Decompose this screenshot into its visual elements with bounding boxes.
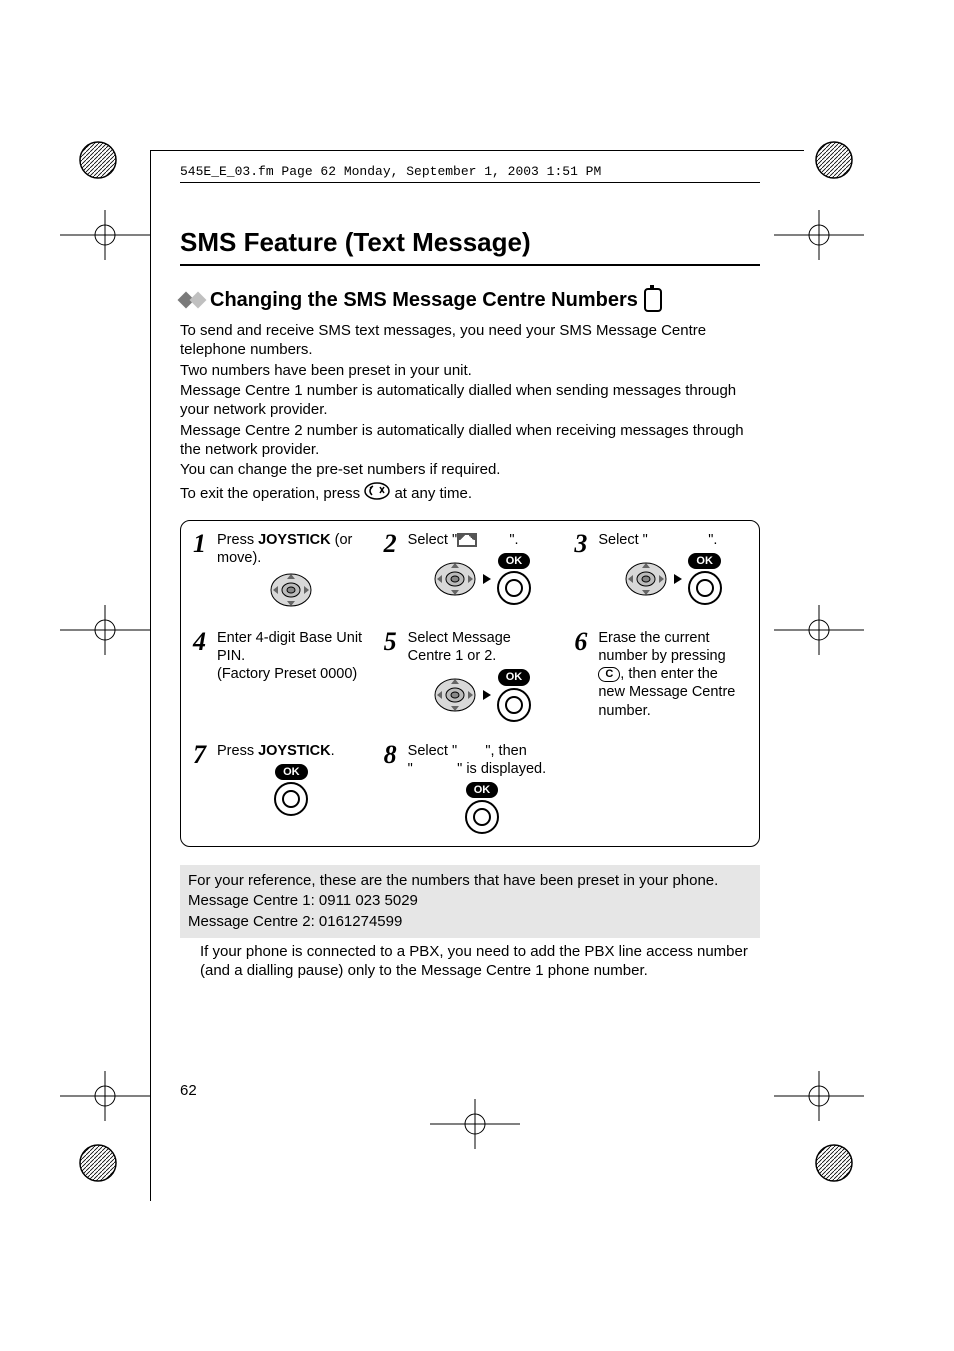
registration-mark-icon	[78, 1143, 118, 1183]
step-number: 7	[193, 742, 211, 835]
crosshair-icon	[774, 605, 864, 655]
step-7: 7 Press JOYSTICK. OK	[193, 742, 366, 835]
page-title: SMS Feature (Text Message)	[180, 227, 760, 266]
joystick-press-icon	[274, 782, 308, 816]
arrow-right-icon	[483, 690, 491, 700]
joystick-icon	[269, 571, 313, 609]
intro-text: To send and receive SMS text messages, y…	[180, 322, 760, 360]
step-6: 6 Erase the current number by pressing C…	[574, 629, 747, 722]
ok-button-icon: OK	[498, 553, 531, 569]
joystick-press-icon	[497, 571, 531, 605]
reference-line: For your reference, these are the number…	[188, 871, 752, 891]
joystick-icon	[433, 560, 477, 598]
joystick-press-icon	[465, 800, 499, 834]
ok-button-icon: OK	[688, 553, 721, 569]
intro-text: Message Centre 1 number is automatically…	[180, 382, 760, 420]
ok-button-icon: OK	[466, 782, 499, 798]
reference-box: For your reference, these are the number…	[180, 865, 760, 938]
crosshair-icon	[60, 605, 150, 655]
joystick-icon	[433, 676, 477, 714]
step-number: 3	[574, 531, 592, 609]
crosshair-icon	[774, 1071, 864, 1121]
step-number: 2	[384, 531, 402, 609]
step-text: Select " ".	[408, 531, 557, 549]
intro-text: You can change the pre-set numbers if re…	[180, 461, 760, 480]
step-number: 1	[193, 531, 211, 609]
crosshair-icon	[60, 1071, 150, 1121]
cancel-button-icon	[364, 482, 390, 506]
section-title: Changing the SMS Message Centre Numbers	[210, 289, 638, 312]
pbx-note: If your phone is connected to a PBX, you…	[180, 938, 760, 981]
step-text: Erase the current number by pressing C, …	[598, 629, 747, 722]
page-number: 62	[180, 1082, 197, 1099]
arrow-right-icon	[483, 574, 491, 584]
step-3: 3 Select " ". OK	[574, 531, 747, 609]
step-text: Select " ", then " " is displayed.	[408, 742, 557, 778]
registration-mark-icon	[814, 1143, 854, 1183]
crosshair-icon	[430, 1099, 520, 1149]
ok-button-icon: OK	[275, 764, 308, 780]
arrow-right-icon	[674, 574, 682, 584]
registration-mark-icon	[814, 140, 854, 180]
step-number: 6	[574, 629, 592, 722]
step-number: 4	[193, 629, 211, 722]
intro-text: Message Centre 2 number is automatically…	[180, 422, 760, 460]
crosshair-icon	[60, 210, 150, 260]
step-number: 5	[384, 629, 402, 722]
exit-text: To exit the operation, press at any time…	[180, 482, 760, 506]
c-button-icon: C	[598, 667, 620, 683]
envelope-icon	[457, 533, 477, 547]
step-2: 2 Select " ". OK	[384, 531, 557, 609]
joystick-press-icon	[497, 688, 531, 722]
step-8: 8 Select " ", then " " is displayed. OK	[384, 742, 557, 835]
reference-line: Message Centre 2: 0161274599	[188, 912, 752, 932]
step-text: Press JOYSTICK (or move).	[217, 531, 366, 567]
diamond-icon	[190, 292, 207, 309]
joystick-icon	[624, 560, 668, 598]
reference-line: Message Centre 1: 0911 023 5029	[188, 891, 752, 911]
steps-box: 1 Press JOYSTICK (or move). 2 Select " "…	[180, 520, 760, 847]
intro-text: Two numbers have been preset in your uni…	[180, 362, 760, 381]
handset-icon	[644, 288, 662, 312]
ok-button-icon: OK	[498, 669, 531, 685]
section-heading: Changing the SMS Message Centre Numbers	[180, 288, 760, 312]
crosshair-icon	[774, 210, 864, 260]
registration-mark-icon	[78, 140, 118, 180]
step-4: 4 Enter 4-digit Base Unit PIN. (Factory …	[193, 629, 366, 722]
step-5: 5 Select Message Centre 1 or 2. OK	[384, 629, 557, 722]
joystick-press-icon	[688, 571, 722, 605]
step-number: 8	[384, 742, 402, 835]
running-header: 545E_E_03.fm Page 62 Monday, September 1…	[180, 164, 760, 183]
step-text: Select " ".	[598, 531, 747, 549]
step-text: Enter 4-digit Base Unit PIN. (Factory Pr…	[217, 629, 366, 722]
step-1: 1 Press JOYSTICK (or move).	[193, 531, 366, 609]
step-text: Select Message Centre 1 or 2.	[408, 629, 557, 665]
step-text: Press JOYSTICK.	[217, 742, 366, 760]
